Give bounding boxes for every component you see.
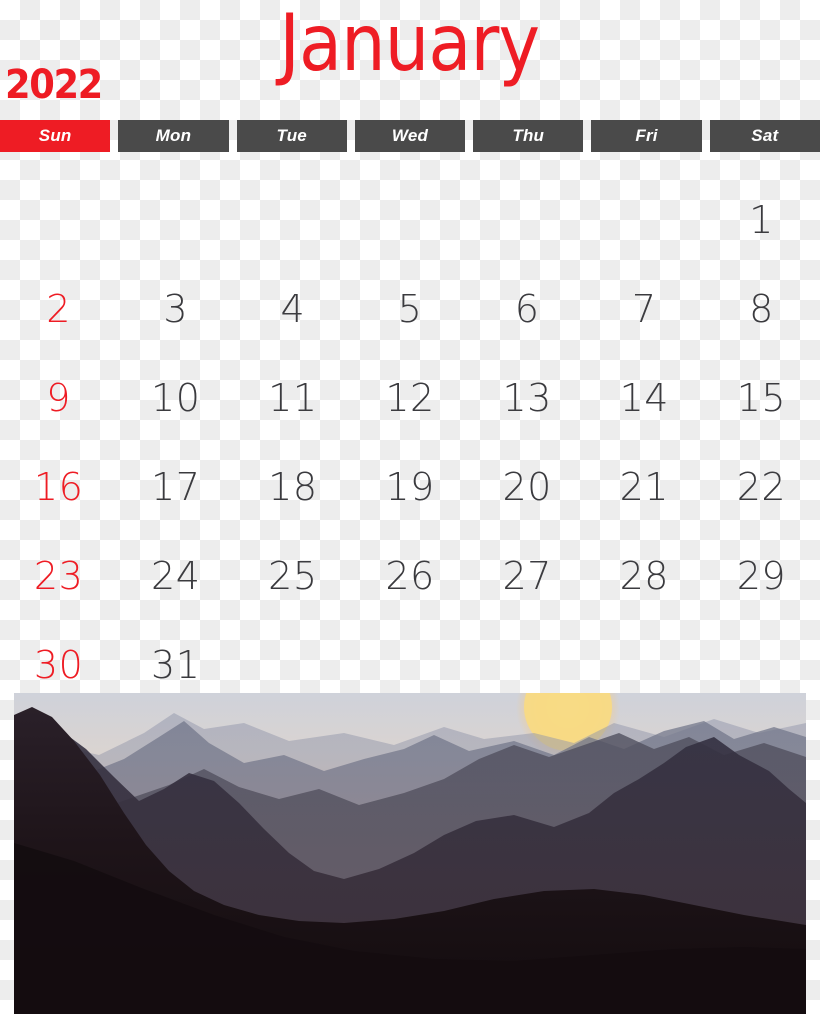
date-cell[interactable]	[586, 175, 703, 264]
date-cell[interactable]: 5	[351, 264, 468, 353]
weekday-header-tue[interactable]: Tue	[236, 120, 347, 152]
date-cell[interactable]: 9	[0, 353, 117, 442]
date-cell[interactable]: 23	[0, 531, 117, 620]
weekday-header-wed[interactable]: Wed	[354, 120, 466, 152]
date-cell[interactable]: 16	[0, 442, 117, 531]
date-cell[interactable]: 20	[469, 442, 586, 531]
page-title-year: 2022	[5, 62, 103, 108]
date-cell[interactable]: 26	[351, 531, 468, 620]
date-cell[interactable]: 28	[586, 531, 703, 620]
date-cell[interactable]	[117, 175, 234, 264]
calendar-page: January 2022 Sun Mon Tue Wed Thu Fri Sat…	[0, 0, 820, 1014]
date-cell[interactable]: 12	[351, 353, 468, 442]
weekday-header-sat[interactable]: Sat	[709, 120, 820, 152]
weekday-header-thu[interactable]: Thu	[473, 120, 584, 152]
date-cell[interactable]: 19	[351, 442, 468, 531]
date-cell[interactable]: 6	[469, 264, 586, 353]
date-cell[interactable]: 17	[117, 442, 234, 531]
date-cell[interactable]: 1	[703, 175, 820, 264]
date-grid: 1 2 3 4 5 6 7 8 9 10 11 12 13 14 15 16 1…	[0, 175, 820, 709]
date-cell[interactable]: 22	[703, 442, 820, 531]
date-cell[interactable]: 8	[703, 264, 820, 353]
landscape-illustration	[14, 693, 806, 1014]
weekday-header-row: Sun Mon Tue Wed Thu Fri Sat	[0, 120, 820, 152]
date-cell[interactable]: 27	[469, 531, 586, 620]
date-cell[interactable]: 7	[586, 264, 703, 353]
date-cell[interactable]: 13	[469, 353, 586, 442]
date-cell[interactable]: 2	[0, 264, 117, 353]
date-cell[interactable]	[469, 175, 586, 264]
date-cell[interactable]: 15	[703, 353, 820, 442]
date-cell[interactable]: 4	[234, 264, 351, 353]
page-title-month: January	[279, 0, 540, 89]
weekday-header-mon[interactable]: Mon	[118, 120, 229, 152]
weekday-header-fri[interactable]: Fri	[591, 120, 702, 152]
date-cell[interactable]: 21	[586, 442, 703, 531]
date-cell[interactable]: 14	[586, 353, 703, 442]
date-cell[interactable]: 3	[117, 264, 234, 353]
weekday-header-sun[interactable]: Sun	[0, 120, 111, 152]
date-cell[interactable]: 18	[234, 442, 351, 531]
date-cell[interactable]: 24	[117, 531, 234, 620]
date-cell[interactable]: 11	[234, 353, 351, 442]
date-cell[interactable]	[0, 175, 117, 264]
date-cell[interactable]: 25	[234, 531, 351, 620]
date-cell[interactable]	[234, 175, 351, 264]
date-cell[interactable]: 29	[703, 531, 820, 620]
date-cell[interactable]	[351, 175, 468, 264]
date-cell[interactable]: 10	[117, 353, 234, 442]
sunset-mountain-photo	[14, 693, 806, 1014]
